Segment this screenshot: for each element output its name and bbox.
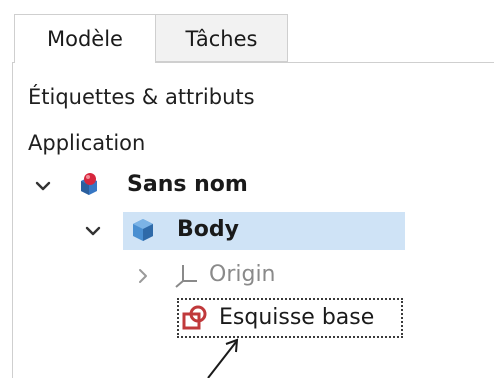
origin-axes-icon — [175, 265, 197, 288]
sketch-icon — [182, 305, 207, 330]
chevron-down-icon[interactable] — [35, 178, 51, 194]
body-icon — [133, 219, 153, 241]
labels-attributes-header: Étiquettes & attributs — [28, 85, 255, 109]
tree-item-label: Sans nom — [127, 172, 248, 197]
selection-highlight — [123, 212, 405, 250]
tree-item-sketch[interactable]: Esquisse base — [167, 298, 413, 338]
tree-view-panel: Modèle Tâches Étiquettes & attributs App… — [0, 0, 494, 378]
chevron-down-icon[interactable] — [85, 223, 101, 239]
tab-model[interactable]: Modèle — [14, 14, 156, 63]
annotation-arrow — [207, 338, 239, 378]
tab-tasks[interactable]: Tâches — [156, 14, 288, 62]
tree-item-body[interactable]: Body — [73, 212, 405, 250]
tree-item-document[interactable]: Sans nom — [25, 169, 325, 203]
model-panel: Étiquettes & attributs Application Sans … — [12, 62, 494, 378]
tree-item-label: Esquisse base — [219, 305, 375, 330]
chevron-right-icon[interactable] — [135, 268, 151, 284]
tree-item-label: Origin — [209, 262, 276, 287]
document-icon — [81, 173, 97, 195]
tree-item-origin[interactable]: Origin — [131, 259, 351, 293]
application-label: Application — [28, 131, 146, 155]
tree-item-label: Body — [177, 217, 239, 242]
